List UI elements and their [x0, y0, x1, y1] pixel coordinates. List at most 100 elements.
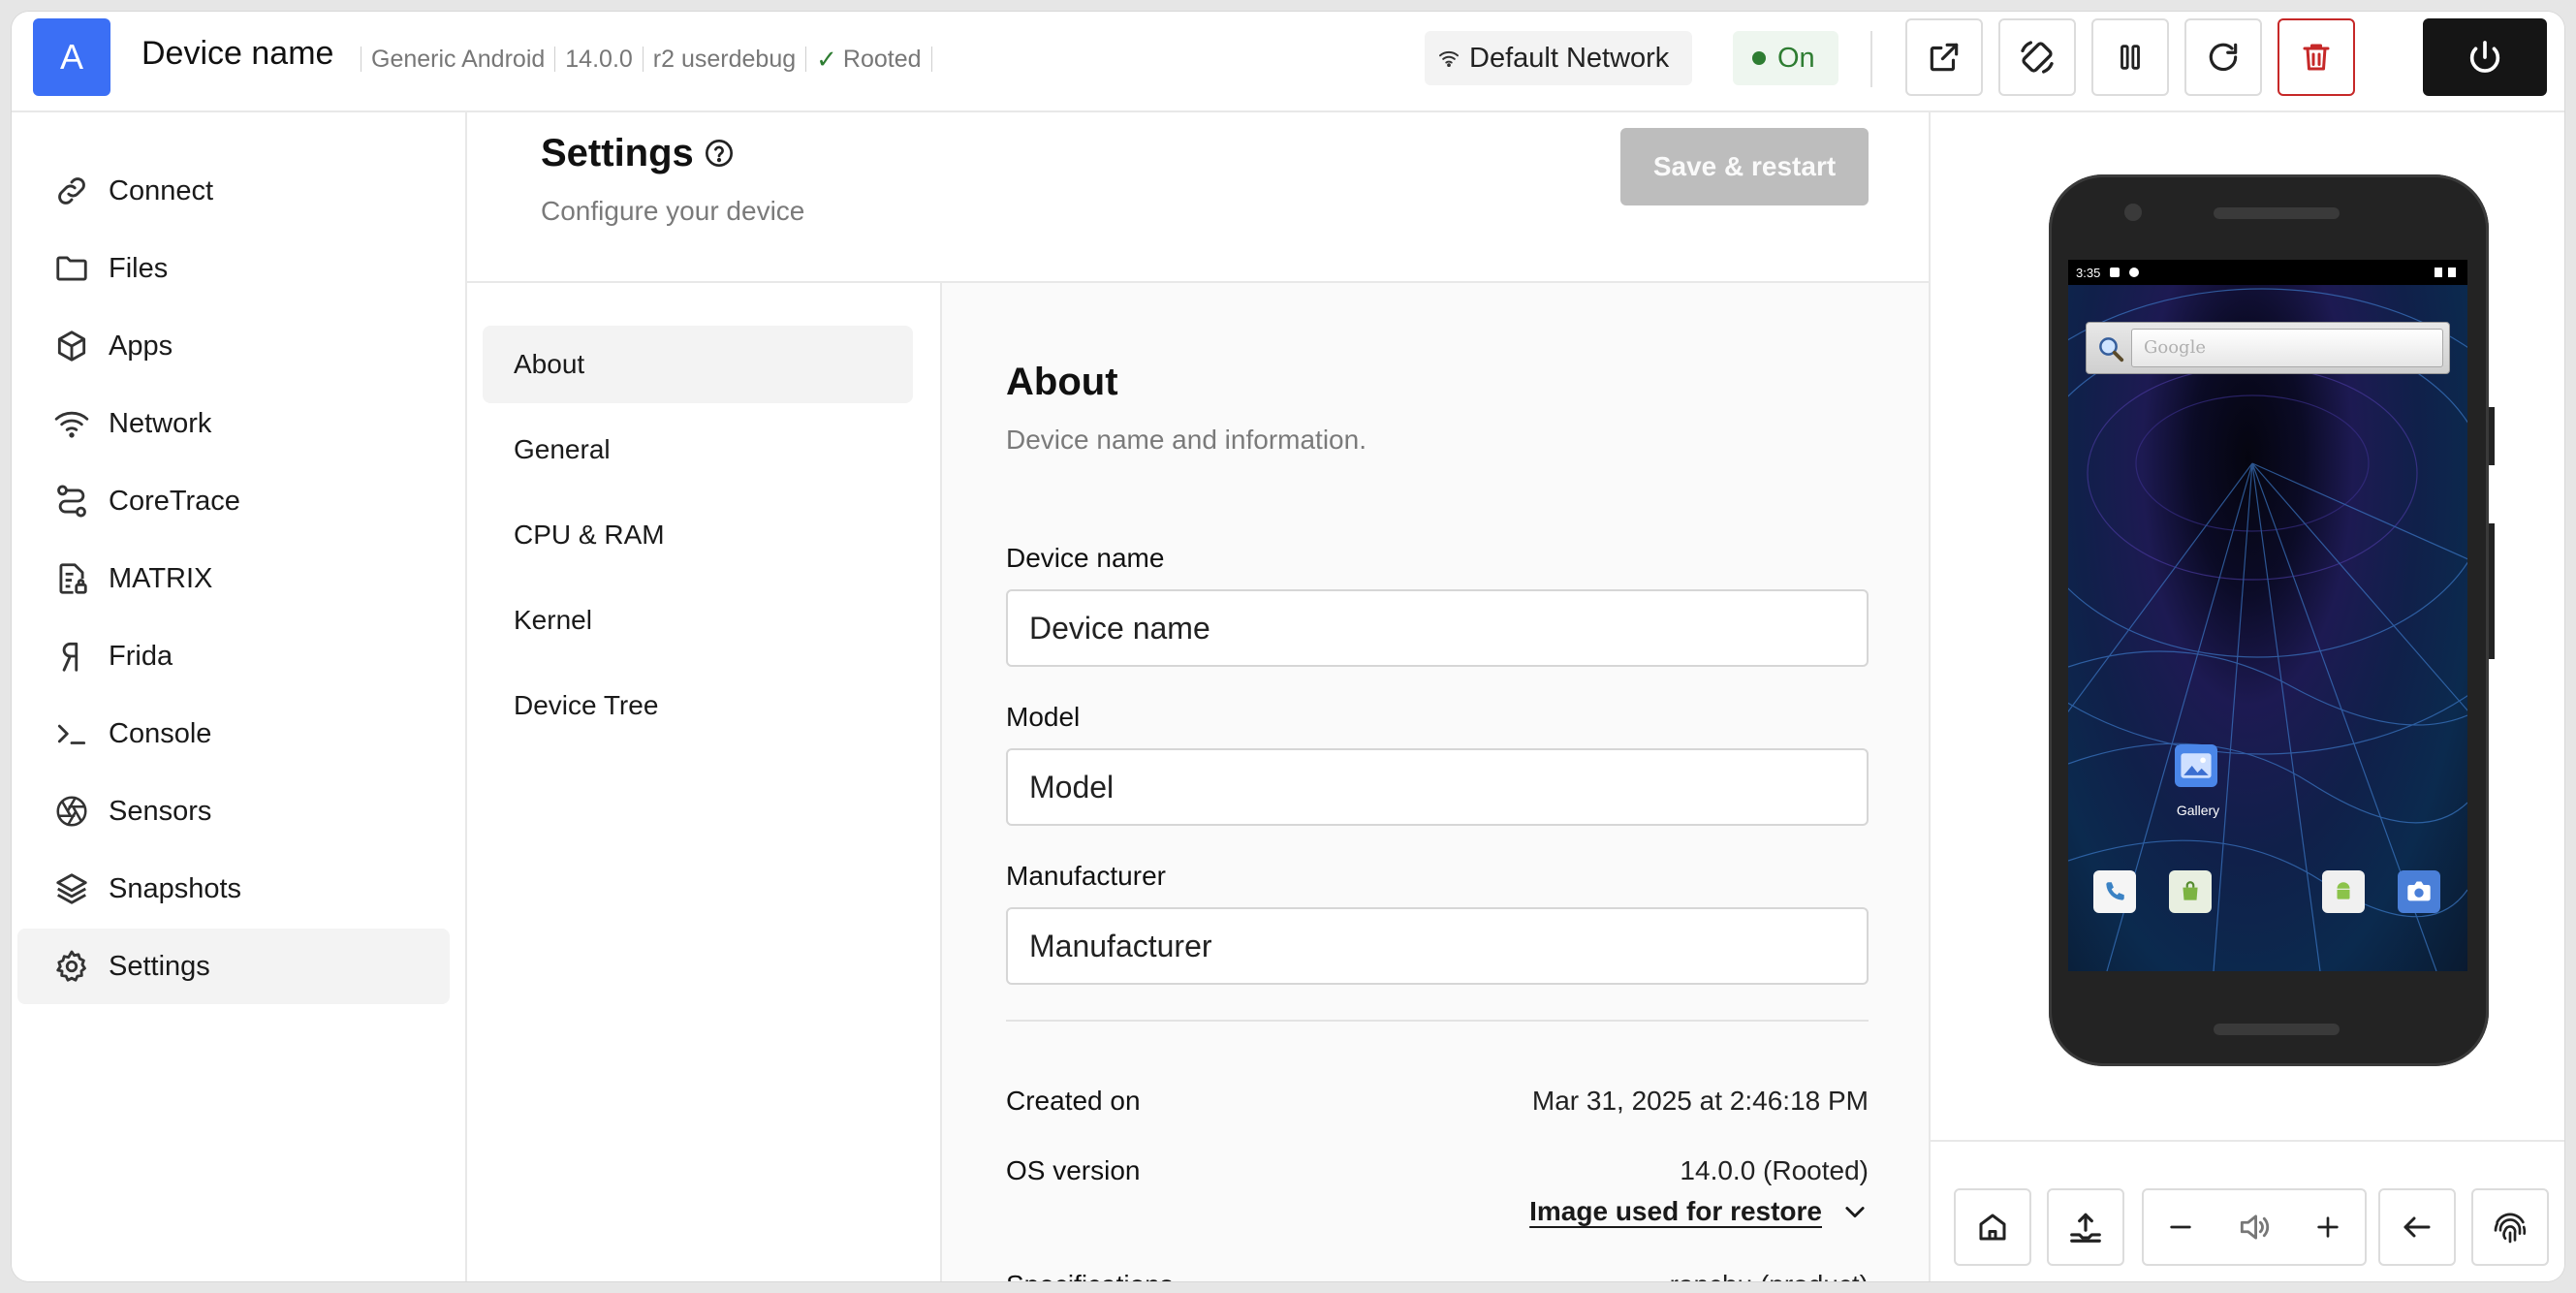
tab-general[interactable]: General: [483, 411, 913, 489]
top-bar: A Device name Generic Android 14.0.0 r2 …: [12, 12, 2564, 112]
volume-down-button[interactable]: [2144, 1190, 2217, 1264]
tab-kernel[interactable]: Kernel: [483, 582, 913, 659]
google-search-widget[interactable]: Google: [2086, 322, 2450, 374]
manufacturer-input[interactable]: [1006, 907, 1869, 985]
sidebar-item-label: Settings: [109, 950, 210, 982]
wifi-icon: [1439, 50, 1459, 67]
check-icon: ✓: [816, 44, 837, 74]
avatar[interactable]: A: [33, 18, 110, 96]
sidebar-item-settings[interactable]: Settings: [17, 929, 450, 1004]
sidebar-item-matrix[interactable]: MATRIX: [17, 541, 450, 616]
manufacturer-label: Manufacturer: [1006, 861, 1166, 891]
os-version-value: 14.0.0 (Rooted): [1680, 1155, 1869, 1185]
google-search-box[interactable]: Google: [2131, 329, 2443, 367]
fingerprint-icon: [2494, 1213, 2527, 1244]
market-app-icon[interactable]: [2169, 870, 2212, 913]
folder-icon: [52, 249, 91, 288]
terminal-icon: [52, 714, 91, 753]
sidebar-item-label: Snapshots: [109, 872, 242, 904]
model-input[interactable]: [1006, 748, 1869, 826]
sidebar-item-connect[interactable]: Connect: [17, 153, 450, 229]
image-restore-label: Image used for restore: [1529, 1196, 1822, 1226]
tab-about[interactable]: About: [483, 326, 913, 403]
sidebar-item-coretrace[interactable]: CoreTrace: [17, 463, 450, 539]
sidebar-item-sensors[interactable]: Sensors: [17, 773, 450, 849]
tab-cpu-ram[interactable]: CPU & RAM: [483, 496, 913, 574]
divider: [1006, 1020, 1869, 1022]
device-name-input[interactable]: [1006, 589, 1869, 667]
sidebar-item-label: Network: [109, 407, 212, 439]
sidebar-item-files[interactable]: Files: [17, 231, 450, 306]
created-on-label: Created on: [1006, 1086, 1141, 1116]
phone-speaker: [2214, 207, 2340, 219]
frida-icon: [52, 637, 91, 676]
android-app-icon[interactable]: [2322, 870, 2365, 913]
notification-icon: [2110, 268, 2120, 277]
specifications-value: ranchu (product): [1670, 1270, 1869, 1281]
sidebar-item-label: Connect: [109, 174, 214, 206]
phone-side-button: [2489, 407, 2495, 465]
sidebar-item-frida[interactable]: Frida: [17, 618, 450, 694]
open-external-button[interactable]: [1905, 18, 1983, 96]
gallery-app-icon[interactable]: [2175, 744, 2217, 787]
cube-icon: [52, 327, 91, 365]
chevron-down-icon: [1845, 1207, 1865, 1218]
wifi-icon: [52, 404, 91, 443]
home-button[interactable]: [1954, 1188, 2031, 1266]
power-icon: [2469, 41, 2500, 73]
phone-camera: [2124, 204, 2142, 221]
meta-version: 14.0.0: [565, 45, 633, 73]
signal-icon: [2435, 268, 2442, 277]
meta-divider: [805, 47, 807, 72]
network-label: Default Network: [1469, 42, 1670, 74]
section-title: About: [1006, 361, 1118, 403]
fingerprint-button[interactable]: [2471, 1188, 2549, 1266]
search-icon: [2099, 337, 2124, 363]
status-bar: 3:35: [2068, 260, 2467, 285]
rotate-button[interactable]: [1998, 18, 2076, 96]
volume-up-button[interactable]: [2291, 1190, 2365, 1264]
power-button[interactable]: [2423, 18, 2547, 96]
network-selector[interactable]: Default Network: [1425, 31, 1693, 85]
settings-subnav: About General CPU & RAM Kernel Device Tr…: [467, 283, 942, 1281]
save-restart-button[interactable]: Save & restart: [1620, 128, 1869, 205]
back-button[interactable]: [2378, 1188, 2456, 1266]
device-screen[interactable]: 3:35 Google Gallery: [2068, 260, 2467, 971]
sidebar-item-label: CoreTrace: [109, 485, 240, 517]
back-icon: [2403, 1216, 2431, 1238]
help-icon[interactable]: [704, 138, 735, 173]
status-clock: 3:35: [2076, 265, 2101, 280]
meta-divider: [554, 47, 556, 72]
meta-rooted: Rooted: [842, 45, 922, 73]
model-label: Model: [1006, 702, 1081, 732]
toolbar-divider: [1870, 31, 1872, 87]
upload-button[interactable]: [2047, 1188, 2124, 1266]
volume-indicator: [2217, 1190, 2291, 1264]
sidebar-item-snapshots[interactable]: Snapshots: [17, 851, 450, 927]
phone-app-icon[interactable]: [2093, 870, 2136, 913]
volume-controls: [2142, 1188, 2367, 1266]
about-panel: About Device name and information. Devic…: [942, 283, 1929, 1281]
tab-device-tree[interactable]: Device Tree: [483, 667, 913, 744]
status-label: On: [1777, 42, 1815, 74]
pause-button[interactable]: [2091, 18, 2169, 96]
settings-header: Settings Configure your device Save & re…: [467, 112, 1929, 283]
meta-os: Generic Android: [371, 45, 546, 73]
sidebar-item-network[interactable]: Network: [17, 386, 450, 461]
restart-button[interactable]: [2184, 18, 2262, 96]
page-title: Settings: [541, 132, 694, 174]
sidebar-item-apps[interactable]: Apps: [17, 308, 450, 384]
meta-divider: [642, 47, 644, 72]
image-restore-toggle[interactable]: Image used for restore: [1529, 1196, 1869, 1227]
sidebar-item-console[interactable]: Console: [17, 696, 450, 772]
camera-app-icon[interactable]: [2398, 870, 2440, 913]
status-badge: On: [1733, 31, 1838, 85]
specifications-label: Specifications: [1006, 1270, 1174, 1281]
volume-down-icon: [2170, 1225, 2191, 1229]
sync-icon: [2129, 268, 2140, 277]
device-name-label: Device name: [1006, 543, 1165, 573]
sidebar-item-label: Sensors: [109, 795, 212, 827]
delete-button[interactable]: [2278, 18, 2355, 96]
external-link-icon: [1930, 43, 1959, 72]
rotate-icon: [2021, 41, 2054, 74]
